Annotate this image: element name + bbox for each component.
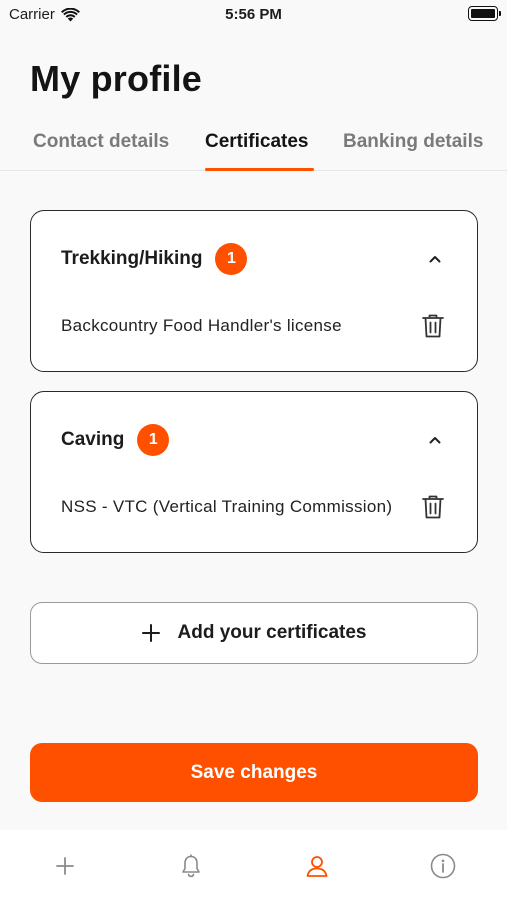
count-badge: 1 [137,424,170,456]
status-time: 5:56 PM [225,6,282,23]
page-title: My profile [30,58,203,99]
chevron-up-icon[interactable] [425,430,445,450]
certificate-card-trekking: Trekking/Hiking 1 Backcountry Food Handl… [30,210,478,372]
certificate-name: NSS - VTC (Vertical Training Commission) [61,497,393,516]
count-badge: 1 [215,243,248,275]
nav-plus-icon[interactable] [51,852,79,880]
active-tab-indicator [205,168,314,171]
tab-banking-details[interactable]: Banking details [343,131,483,153]
plus-icon [141,624,160,642]
card-title: Trekking/Hiking [61,248,203,269]
tab-contact-details[interactable]: Contact details [33,131,169,153]
battery-icon [468,6,501,21]
bottom-nav [0,830,507,900]
nav-bell-icon[interactable] [177,852,205,880]
nav-user-icon[interactable] [303,852,331,880]
nav-info-icon[interactable] [429,852,457,880]
battery-level [471,9,495,18]
certificate-card-caving: Caving 1 NSS - VTC (Vertical Training Co… [30,391,478,553]
add-certificates-label: Add your certificates [177,622,367,643]
card-header[interactable]: Trekking/Hiking 1 [61,243,248,275]
chevron-up-icon[interactable] [425,249,445,269]
trash-icon[interactable] [421,494,445,520]
tab-certificates[interactable]: Certificates [205,131,309,153]
profile-screen: Carrier 5:56 PM My profile Contact detai… [0,0,507,900]
save-changes-button[interactable]: Save changes [30,743,478,802]
trash-icon[interactable] [421,313,445,339]
add-certificates-button[interactable]: Add your certificates [30,602,478,664]
profile-tabs: Contact details Certificates Banking det… [0,128,507,171]
certificate-name: Backcountry Food Handler's license [61,316,342,335]
status-bar: Carrier 5:56 PM [0,0,507,30]
card-header[interactable]: Caving 1 [61,424,170,456]
save-changes-label: Save changes [190,761,318,783]
card-title: Caving [61,429,125,450]
